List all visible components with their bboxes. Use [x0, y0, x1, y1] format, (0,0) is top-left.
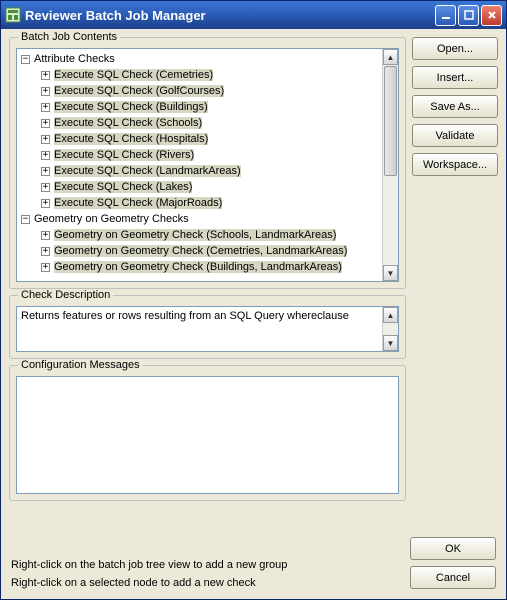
expand-icon[interactable]: + — [41, 247, 50, 256]
maximize-button[interactable] — [458, 5, 479, 26]
tree-item-label: Execute SQL Check (Buildings) — [54, 101, 208, 113]
expand-icon[interactable]: + — [41, 71, 50, 80]
window-frame: Reviewer Batch Job Manager Batch Job Con… — [0, 0, 507, 600]
batch-job-contents-label: Batch Job Contents — [18, 31, 120, 43]
batch-job-contents-group: Batch Job Contents − Attribute Checks +E… — [9, 37, 406, 289]
configuration-messages-group: Configuration Messages — [9, 365, 406, 501]
client-area: Batch Job Contents − Attribute Checks + E… — [1, 29, 506, 533]
expand-icon[interactable]: + — [41, 199, 50, 208]
tree-group-label: Attribute Checks — [34, 53, 115, 65]
tree-item[interactable]: + Execute SQL Check (Schools) — [19, 115, 382, 131]
tree-group-label: Geometry on Geometry Checks — [34, 213, 189, 225]
cancel-button[interactable]: Cancel — [410, 566, 496, 589]
configuration-messages-label: Configuration Messages — [18, 359, 143, 371]
expand-icon[interactable]: + — [41, 263, 50, 272]
tree-item-label: Execute SQL Check (Schools) — [54, 117, 202, 129]
tree-item[interactable]: + Execute SQL Check (Buildings) — [19, 99, 382, 115]
expand-icon[interactable]: + — [41, 135, 50, 144]
tree-item[interactable]: + Geometry on Geometry Check (Schools, La… — [19, 227, 382, 243]
main-column: Batch Job Contents − Attribute Checks +E… — [9, 37, 406, 525]
tree-item-label: Execute SQL Check (Hospitals) — [54, 133, 208, 145]
tree-item[interactable]: + Execute SQL Check (LandmarkAreas) — [19, 163, 382, 179]
tree-scrollbar[interactable]: ▲ ▼ — [382, 49, 398, 281]
side-button-column: Open... Insert... Save As... Validate Wo… — [412, 37, 498, 525]
tree-group-attribute-checks[interactable]: − Attribute Checks — [19, 51, 382, 67]
tree-item[interactable]: + Execute SQL Check (MajorRoads) — [19, 195, 382, 211]
expand-icon[interactable]: + — [41, 103, 50, 112]
tree-item-label: Execute SQL Check (MajorRoads) — [54, 197, 222, 209]
tree-item[interactable]: + Execute SQL Check (Hospitals) — [19, 131, 382, 147]
expand-icon[interactable]: + — [41, 231, 50, 240]
tree-item[interactable]: + Execute SQL Check (GolfCourses) — [19, 83, 382, 99]
validate-button[interactable]: Validate — [412, 124, 498, 147]
scroll-thumb[interactable] — [384, 66, 397, 176]
check-description-box: Returns features or rows resulting from … — [16, 306, 399, 352]
save-as-button[interactable]: Save As... — [412, 95, 498, 118]
app-icon — [5, 7, 21, 23]
expand-icon[interactable]: + — [41, 183, 50, 192]
tree-item-label: Geometry on Geometry Check (Buildings, L… — [54, 261, 342, 273]
footer: Right-click on the batch job tree view t… — [1, 533, 506, 599]
scroll-track[interactable] — [383, 65, 398, 265]
close-button[interactable] — [481, 5, 502, 26]
window-title: Reviewer Batch Job Manager — [25, 8, 435, 23]
check-description-group: Check Description Returns features or ro… — [9, 295, 406, 359]
expand-icon[interactable]: + — [41, 87, 50, 96]
scroll-down-icon[interactable]: ▼ — [383, 335, 398, 351]
scroll-down-icon[interactable]: ▼ — [383, 265, 398, 281]
tree-item-label: Execute SQL Check (LandmarkAreas) — [54, 165, 241, 177]
minimize-button[interactable] — [435, 5, 456, 26]
footer-buttons: OK Cancel — [410, 537, 496, 589]
tree-item-label: Geometry on Geometry Check (Cemetries, L… — [54, 245, 347, 257]
tree-item-label: Execute SQL Check (GolfCourses) — [54, 85, 224, 97]
tree-item[interactable]: + Execute SQL Check (Lakes) — [19, 179, 382, 195]
expand-icon[interactable]: + — [41, 119, 50, 128]
hint-text-2: Right-click on a selected node to add a … — [11, 577, 410, 589]
spacer — [412, 182, 498, 525]
window-buttons — [435, 5, 502, 26]
tree-item-label: Geometry on Geometry Check (Schools, Lan… — [54, 229, 336, 241]
open-button[interactable]: Open... — [412, 37, 498, 60]
hint-area: Right-click on the batch job tree view t… — [11, 559, 410, 589]
ok-button[interactable]: OK — [410, 537, 496, 560]
titlebar[interactable]: Reviewer Batch Job Manager — [1, 1, 506, 29]
insert-button[interactable]: Insert... — [412, 66, 498, 89]
desc-scrollbar[interactable]: ▲ ▼ — [382, 307, 398, 351]
tree-item-label: Execute SQL Check (Rivers) — [54, 149, 194, 161]
tree-item[interactable]: + Execute SQL Check (Cemetries) — [19, 67, 382, 83]
tree-item-label: Execute SQL Check (Cemetries) — [54, 69, 213, 81]
tree-item-label: Execute SQL Check (Lakes) — [54, 181, 192, 193]
tree-group-geometry-checks[interactable]: − Geometry on Geometry Checks — [19, 211, 382, 227]
tree-container: − Attribute Checks + Execute SQL Check (C… — [16, 48, 399, 282]
check-description-text: Returns features or rows resulting from … — [17, 307, 382, 351]
workspace-button[interactable]: Workspace... — [412, 153, 498, 176]
scroll-track[interactable] — [383, 323, 398, 335]
scroll-up-icon[interactable]: ▲ — [383, 307, 398, 323]
check-description-label: Check Description — [18, 289, 113, 301]
scroll-up-icon[interactable]: ▲ — [383, 49, 398, 65]
tree-item[interactable]: + Execute SQL Check (Rivers) — [19, 147, 382, 163]
hint-text-1: Right-click on the batch job tree view t… — [11, 559, 410, 571]
collapse-icon[interactable]: − — [21, 215, 30, 224]
expand-icon[interactable]: + — [41, 151, 50, 160]
tree-item[interactable]: + Geometry on Geometry Check (Cemetries, … — [19, 243, 382, 259]
collapse-icon[interactable]: − — [21, 55, 30, 64]
configuration-messages-box — [16, 376, 399, 494]
batch-job-tree[interactable]: − Attribute Checks + Execute SQL Check (C… — [17, 49, 382, 281]
expand-icon[interactable]: + — [41, 167, 50, 176]
tree-item[interactable]: + Geometry on Geometry Check (Buildings, … — [19, 259, 382, 275]
